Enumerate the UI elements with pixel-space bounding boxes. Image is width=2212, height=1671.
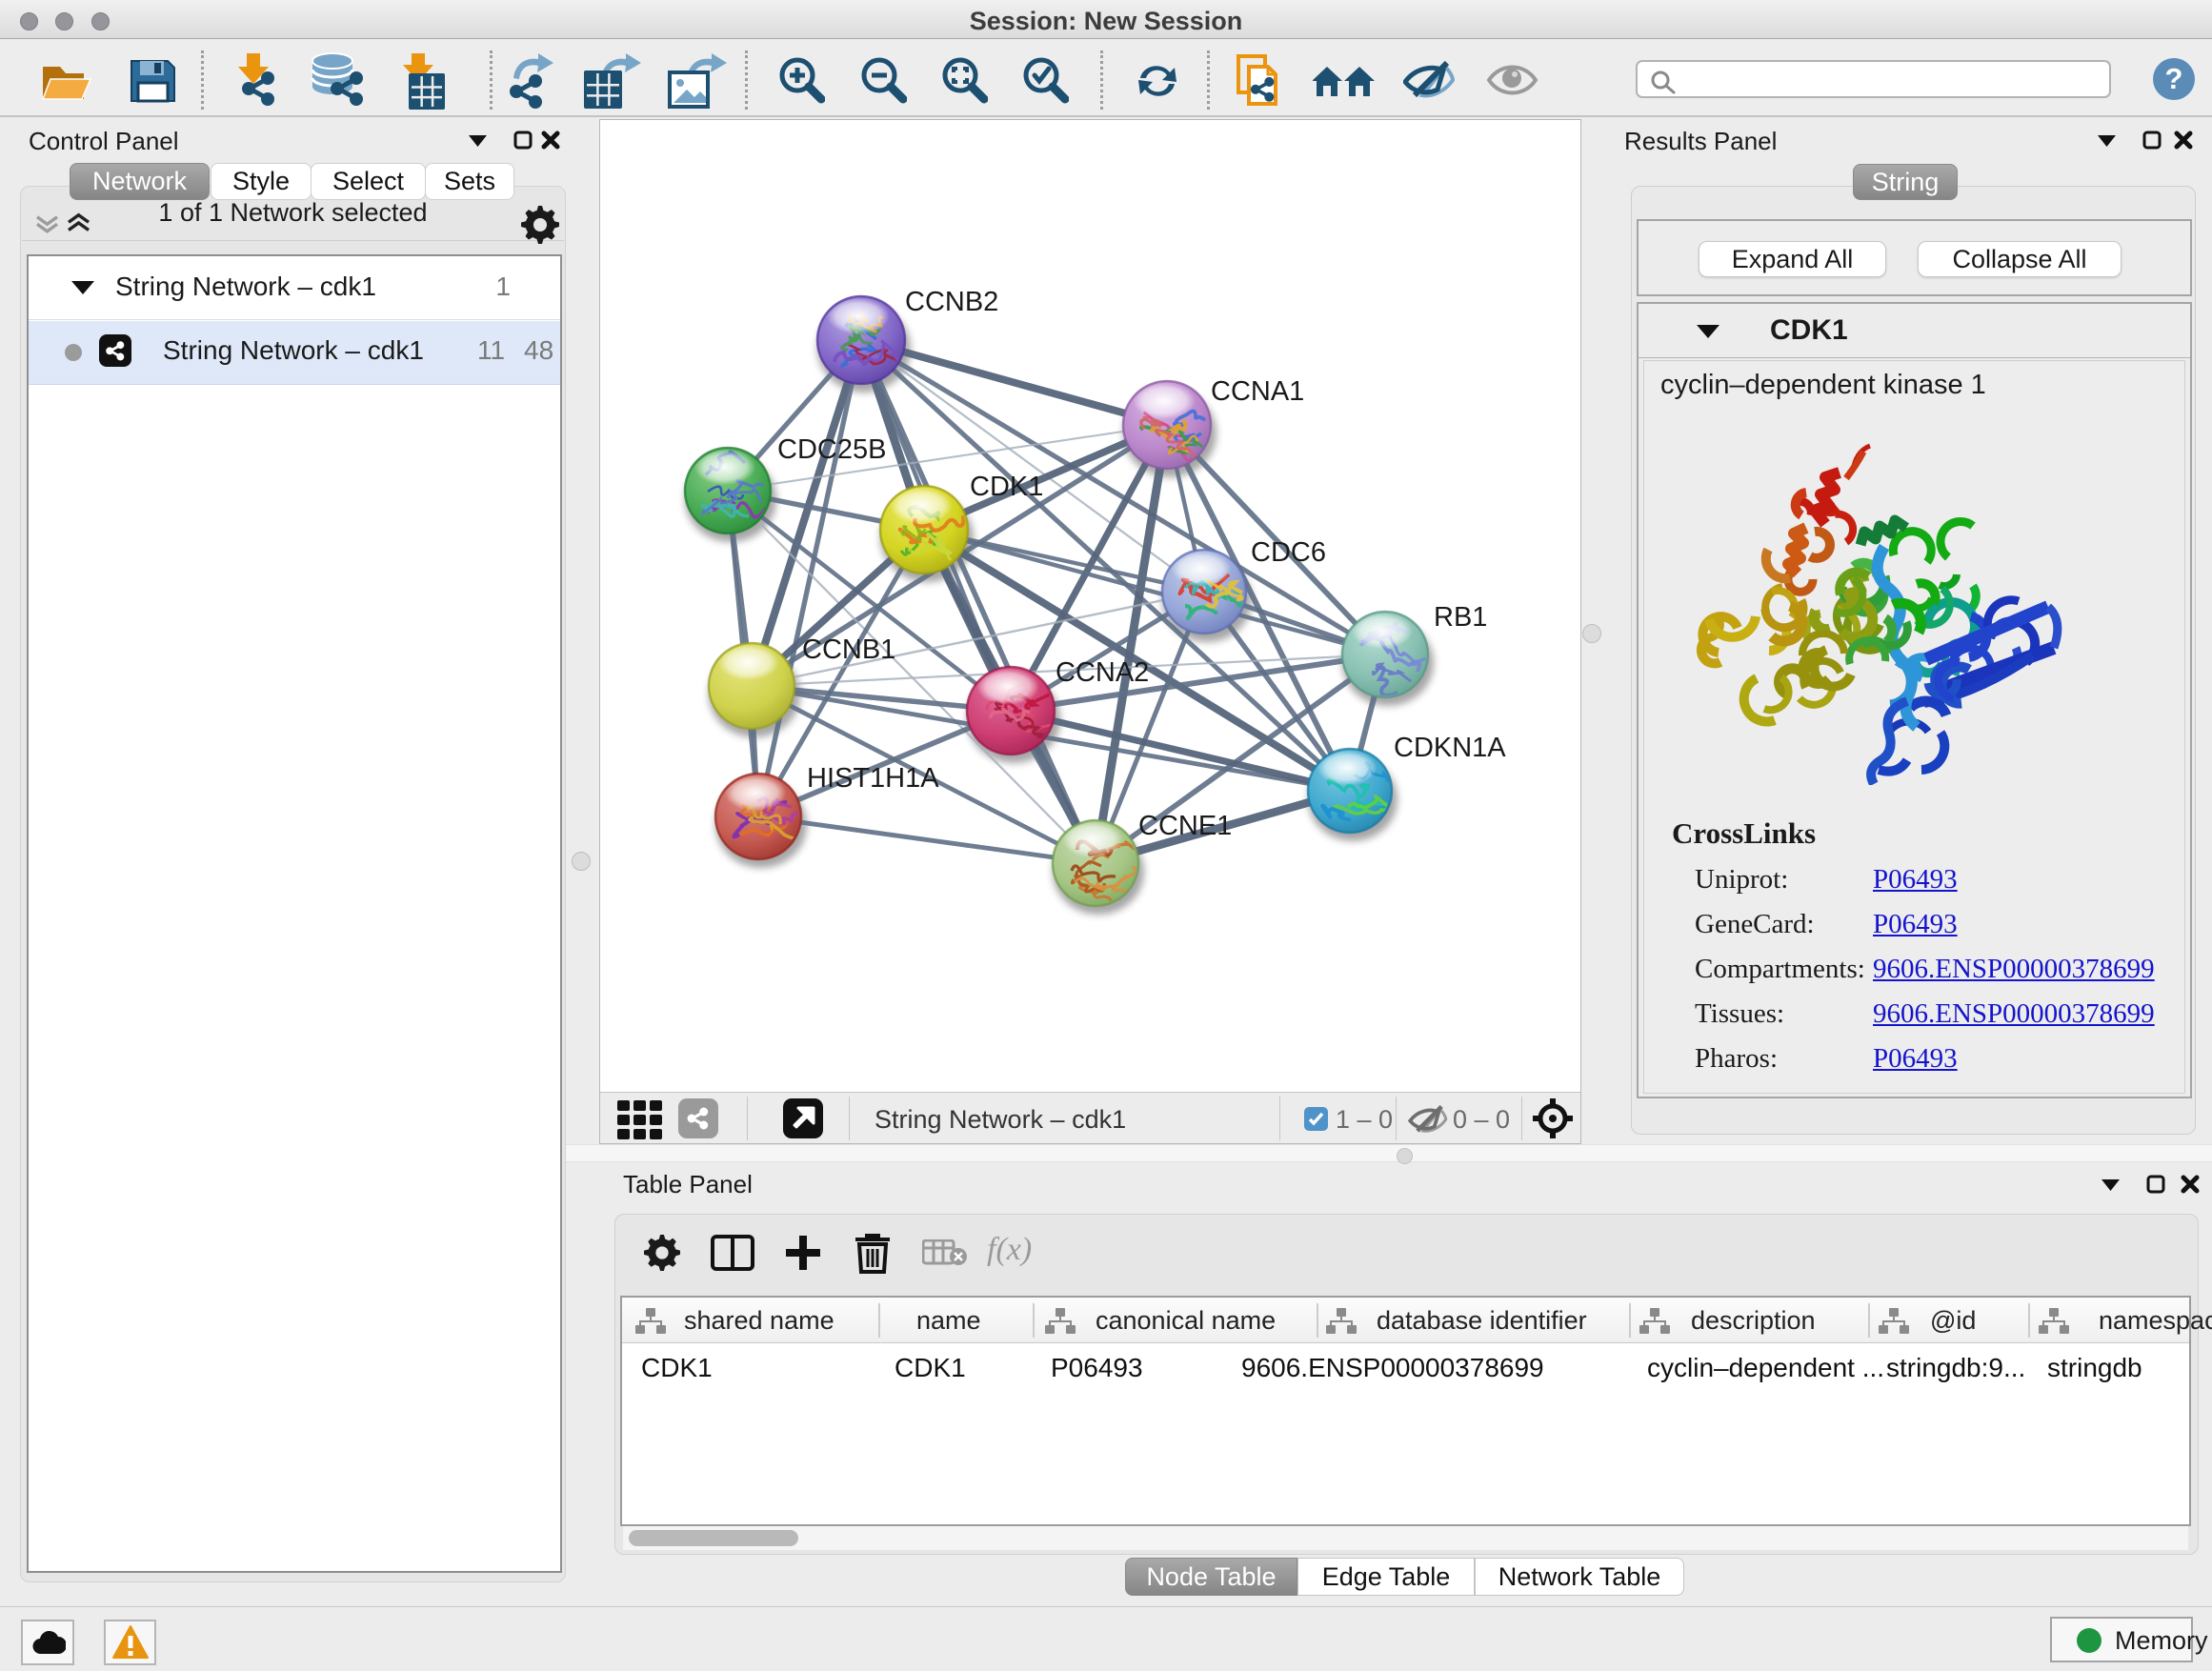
- svg-text:CDK1: CDK1: [970, 472, 1043, 502]
- svg-text:CCNA2: CCNA2: [1056, 657, 1149, 688]
- svg-text:CCNB2: CCNB2: [905, 287, 998, 317]
- svg-text:CCNA1: CCNA1: [1211, 376, 1304, 407]
- svg-text:CCNB1: CCNB1: [802, 634, 895, 665]
- svg-text:RB1: RB1: [1434, 602, 1487, 633]
- svg-text:CDC6: CDC6: [1251, 537, 1326, 568]
- svg-text:CCNE1: CCNE1: [1138, 811, 1232, 841]
- svg-text:CDKN1A: CDKN1A: [1394, 733, 1506, 763]
- svg-text:CDC25B: CDC25B: [777, 434, 886, 465]
- svg-text:HIST1H1A: HIST1H1A: [807, 763, 939, 794]
